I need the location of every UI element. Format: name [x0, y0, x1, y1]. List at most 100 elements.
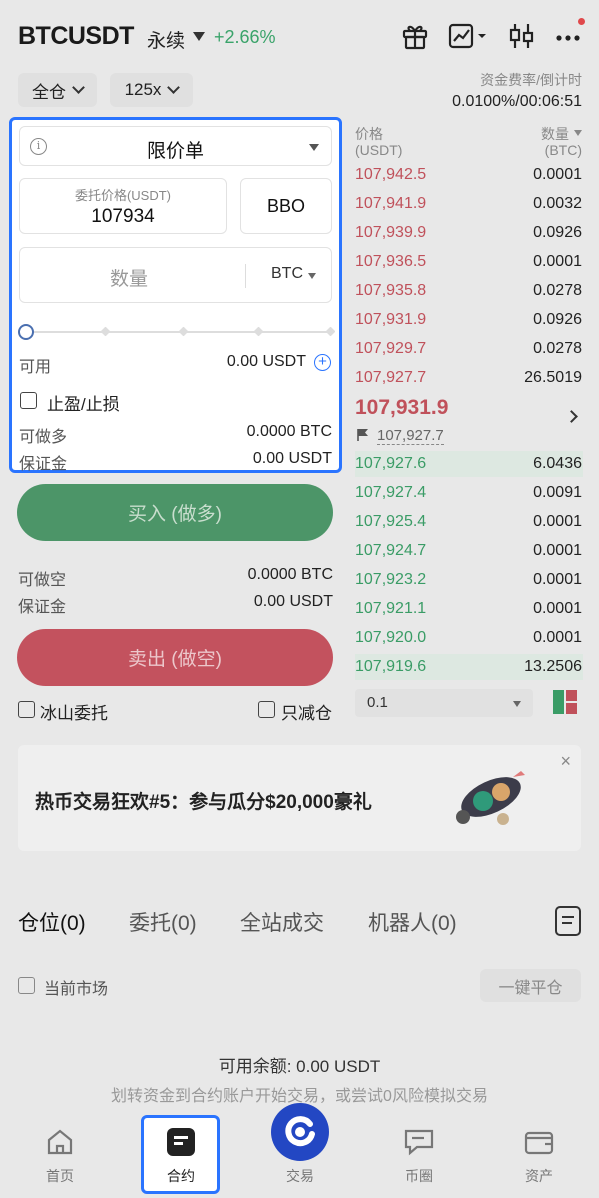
- slider-tick[interactable]: [178, 326, 189, 337]
- bid-qty[interactable]: 0.0001: [462, 629, 582, 647]
- short-margin-label: 保证金: [18, 599, 67, 616]
- ob-qty-header[interactable]: 数量: [541, 124, 569, 144]
- contract-icon: [166, 1127, 196, 1157]
- nav-label: 资产: [525, 1168, 553, 1184]
- bid-qty[interactable]: 0.0091: [462, 484, 582, 502]
- slider-handle[interactable]: [18, 324, 34, 340]
- orders-history-icon[interactable]: [555, 906, 581, 936]
- ask-qty[interactable]: 26.5019: [462, 369, 582, 387]
- ask-price[interactable]: 107,929.7: [355, 340, 426, 358]
- funding-value: 0.0100%/00:06:51: [452, 93, 582, 110]
- nav-label: 交易: [286, 1168, 314, 1184]
- dropdown-arrow-icon: [513, 701, 521, 707]
- sell-short-button[interactable]: 卖出 (做空): [17, 629, 333, 686]
- bid-price[interactable]: 107,924.7: [355, 542, 426, 560]
- current-market-checkbox[interactable]: [18, 977, 35, 994]
- slider-tick[interactable]: [253, 326, 264, 337]
- bid-price[interactable]: 107,925.4: [355, 513, 426, 531]
- transfer-plus-icon[interactable]: +: [314, 354, 331, 371]
- short-margin-value: 0.00 USDT: [253, 593, 333, 610]
- bid-qty[interactable]: 0.0001: [462, 600, 582, 618]
- ask-qty[interactable]: 0.0926: [462, 311, 582, 329]
- wallet-icon: [523, 1127, 555, 1157]
- ob-qty-unit: (BTC): [544, 142, 582, 158]
- slider-tick[interactable]: [100, 326, 111, 337]
- bid-price[interactable]: 107,921.1: [355, 600, 426, 618]
- candlestick-icon[interactable]: [506, 20, 538, 52]
- nav-label: 首页: [46, 1168, 74, 1184]
- ask-price[interactable]: 107,927.7: [355, 369, 426, 387]
- tab-item[interactable]: 仓位(0): [18, 907, 86, 937]
- current-market-label[interactable]: 当前市场: [44, 975, 108, 999]
- leverage-label: 125x: [124, 80, 162, 99]
- quantity-unit-select[interactable]: BTC: [271, 265, 303, 283]
- chevron-right-icon[interactable]: [565, 410, 578, 423]
- price-input[interactable]: 委托价格(USDT) 107934: [19, 178, 227, 234]
- ask-price[interactable]: 107,942.5: [355, 166, 426, 184]
- quantity-input[interactable]: 数量 BTC: [19, 247, 332, 303]
- iceberg-checkbox[interactable]: [18, 701, 35, 718]
- bid-price[interactable]: 107,919.6: [355, 658, 426, 676]
- available-value: 0.00 USDT: [226, 353, 306, 370]
- close-all-button[interactable]: 一键平仓: [480, 969, 581, 1002]
- chevron-down-icon: [167, 81, 181, 94]
- ask-price[interactable]: 107,935.8: [355, 282, 426, 300]
- short-max-value: 0.0000 BTC: [247, 566, 333, 583]
- tab-item[interactable]: 机器人(0): [368, 907, 457, 937]
- buy-long-button[interactable]: 买入 (做多): [17, 484, 333, 541]
- bid-qty[interactable]: 0.0001: [462, 513, 582, 531]
- ask-qty[interactable]: 0.0032: [462, 195, 582, 213]
- home-icon: [45, 1127, 75, 1157]
- leverage-select[interactable]: 125x: [110, 73, 193, 107]
- iceberg-label[interactable]: 冰山委托: [40, 699, 108, 724]
- close-icon[interactable]: ×: [560, 751, 571, 772]
- bid-qty[interactable]: 0.0001: [462, 542, 582, 560]
- symbol-title[interactable]: BTCUSDT: [18, 22, 134, 51]
- quantity-slider[interactable]: [18, 322, 336, 342]
- order-form-panel: i 限价单 委托价格(USDT) 107934 BBO 数量 BTC 可用 0.…: [9, 117, 342, 473]
- tpsl-checkbox[interactable]: [20, 392, 37, 409]
- quantity-placeholder: 数量: [110, 269, 149, 290]
- orderbook-layout-icon[interactable]: [552, 689, 578, 715]
- tpsl-label[interactable]: 止盈/止损: [47, 390, 120, 415]
- precision-select[interactable]: 0.1: [355, 689, 533, 717]
- ask-price[interactable]: 107,931.9: [355, 311, 426, 329]
- reduce-only-checkbox[interactable]: [258, 701, 275, 718]
- mark-price[interactable]: 107,927.7: [377, 427, 444, 445]
- last-price[interactable]: 107,931.9: [355, 396, 448, 420]
- bid-price[interactable]: 107,923.2: [355, 571, 426, 589]
- nav-label: 合约: [167, 1168, 195, 1184]
- bid-price[interactable]: 107,927.6: [355, 455, 426, 473]
- available-label: 可用: [19, 359, 52, 376]
- bid-qty[interactable]: 6.0436: [462, 455, 582, 473]
- bbo-button[interactable]: BBO: [240, 178, 332, 234]
- trade-circle-button[interactable]: [271, 1103, 329, 1161]
- bid-qty[interactable]: 13.2506: [462, 658, 582, 676]
- gift-icon[interactable]: [399, 20, 431, 52]
- divider: [245, 264, 246, 288]
- bid-price[interactable]: 107,920.0: [355, 629, 426, 647]
- ask-price[interactable]: 107,941.9: [355, 195, 426, 213]
- contract-type[interactable]: 永续: [147, 26, 185, 53]
- ask-price[interactable]: 107,939.9: [355, 224, 426, 242]
- bid-price[interactable]: 107,927.4: [355, 484, 426, 502]
- ask-qty[interactable]: 0.0278: [462, 282, 582, 300]
- margin-mode-select[interactable]: 全仓: [18, 73, 97, 107]
- bid-qty[interactable]: 0.0001: [462, 571, 582, 589]
- promo-banner[interactable]: 热币交易狂欢#5：参与瓜分$20,000豪礼 ×: [18, 745, 581, 851]
- order-type-select[interactable]: i 限价单: [19, 126, 332, 166]
- tab-item[interactable]: 全站成交: [240, 907, 324, 937]
- chart-icon[interactable]: [447, 20, 486, 52]
- sort-arrow-icon[interactable]: [574, 130, 582, 136]
- ask-qty[interactable]: 0.0926: [462, 224, 582, 242]
- funding-label[interactable]: 资金费率/倒计时: [480, 70, 582, 90]
- ask-price[interactable]: 107,936.5: [355, 253, 426, 271]
- ask-qty[interactable]: 0.0001: [462, 253, 582, 271]
- slider-tick[interactable]: [325, 326, 336, 337]
- chat-icon: [403, 1127, 435, 1157]
- tab-item[interactable]: 委托(0): [129, 907, 197, 937]
- ask-qty[interactable]: 0.0278: [462, 340, 582, 358]
- reduce-only-label[interactable]: 只减仓: [281, 699, 332, 724]
- symbol-dropdown-icon[interactable]: [193, 32, 205, 41]
- ask-qty[interactable]: 0.0001: [462, 166, 582, 184]
